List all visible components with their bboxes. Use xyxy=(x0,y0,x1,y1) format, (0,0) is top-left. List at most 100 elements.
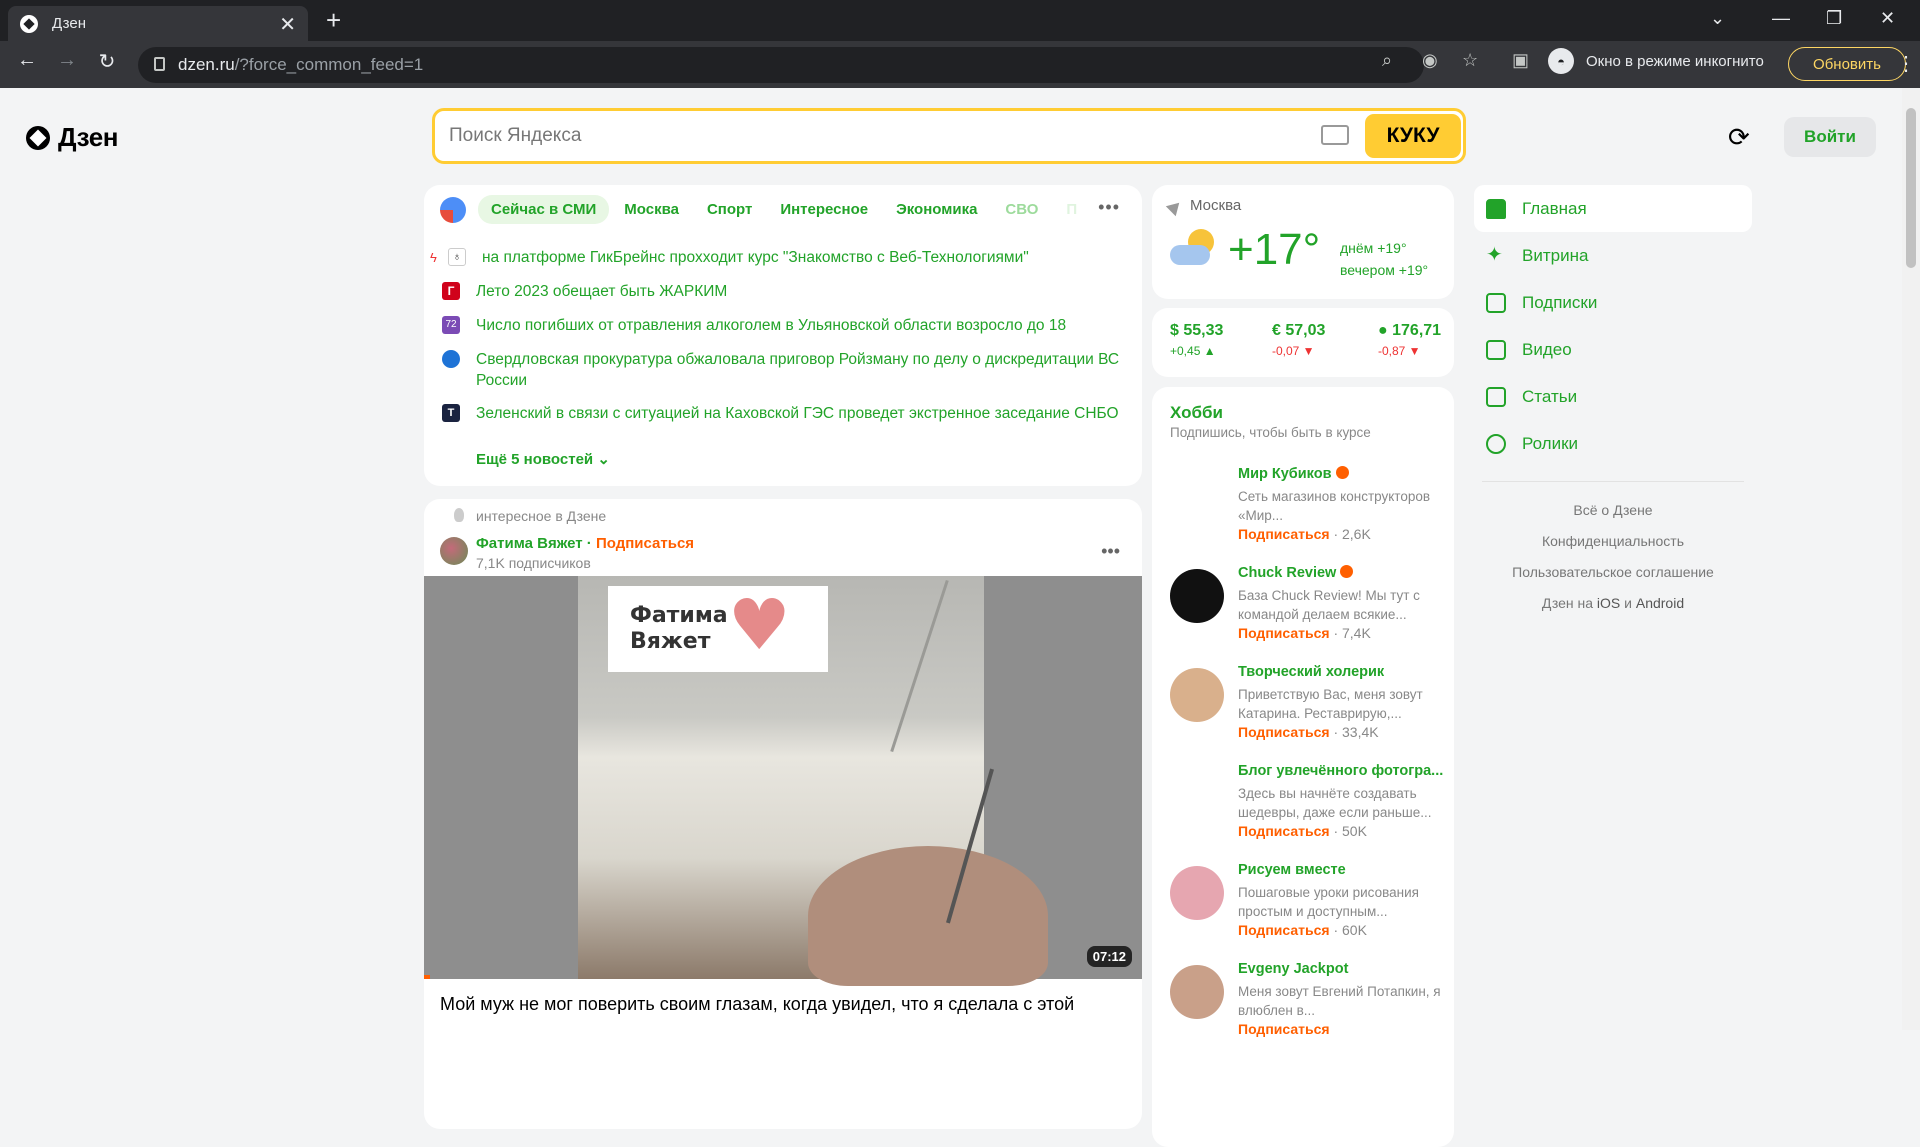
footer-privacy-link[interactable]: Конфиденциальность xyxy=(1474,533,1752,549)
channel-avatar[interactable] xyxy=(1170,767,1224,821)
feed-refresh-icon[interactable]: ⟳ xyxy=(1728,122,1750,153)
channel-suggestion[interactable]: Рисуем вместе Пошаговые уроки рисования п… xyxy=(1170,862,1440,954)
news-more-options-icon[interactable]: ••• xyxy=(1098,197,1120,218)
dzen-logo[interactable]: Дзен xyxy=(26,122,118,153)
channel-avatar[interactable] xyxy=(1170,668,1224,722)
news-item-text: Свердловская прокуратура обжаловала приг… xyxy=(476,351,1120,389)
video-overlay-label: Фатима Вяжет ♥ xyxy=(608,586,828,672)
channel-action: Подписаться · 7,4K xyxy=(1238,625,1371,641)
channel-description: Здесь вы начнёте создавать шедевры, даже… xyxy=(1238,786,1432,820)
search-button[interactable]: КУКУ xyxy=(1365,114,1461,158)
page-scrollbar[interactable] xyxy=(1902,88,1920,1030)
address-bar[interactable]: dzen.ru/?force_common_feed=1 xyxy=(138,47,1424,83)
nav-item-articles[interactable]: Статьи xyxy=(1474,373,1752,420)
news-item[interactable]: T Зеленский в связи с ситуацией на Кахов… xyxy=(442,403,1122,424)
channel-subscribe-link[interactable]: Подписаться xyxy=(1238,1021,1330,1037)
side-panel-icon[interactable]: ▣ xyxy=(1512,50,1529,71)
new-tab-icon[interactable]: + xyxy=(326,6,341,34)
tab-sport[interactable]: Спорт xyxy=(694,195,765,224)
tab-now-in-media[interactable]: Сейчас в СМИ xyxy=(478,195,610,224)
tab-moscow[interactable]: Москва xyxy=(611,195,692,224)
channel-suggestion[interactable]: Блог увлечённого фотогра... Здесь вы начн… xyxy=(1170,763,1443,855)
news-item[interactable]: Свердловская прокуратура обжаловала приг… xyxy=(442,349,1122,391)
incognito-indicator[interactable]: ◓ Окно в режиме инкогнито xyxy=(1548,48,1764,74)
more-news-link[interactable]: Ещё 5 новостей ⌄ xyxy=(476,450,610,468)
channel-avatar[interactable] xyxy=(1170,866,1224,920)
tab-economy[interactable]: Экономика xyxy=(883,195,990,224)
tile-line xyxy=(890,579,949,753)
login-button[interactable]: Войти xyxy=(1784,117,1876,157)
channel-name[interactable]: Evgeny Jackpot xyxy=(1238,961,1348,977)
author-avatar[interactable] xyxy=(440,537,468,565)
channel-avatar[interactable] xyxy=(1170,470,1224,524)
channel-suggestion[interactable]: Chuck Review База Chuck Review! Мы тут с … xyxy=(1170,565,1440,657)
channel-subscriber-count: 7,4K xyxy=(1342,625,1371,641)
tracking-eye-icon[interactable]: ◉ xyxy=(1422,50,1438,71)
search-input[interactable] xyxy=(449,121,1269,151)
channel-name[interactable]: Блог увлечённого фотогра... xyxy=(1238,763,1443,779)
channel-name[interactable]: Chuck Review xyxy=(1238,565,1354,581)
channel-name-text: Рисуем вместе xyxy=(1238,862,1346,878)
news-item[interactable]: Г Лето 2023 обещает быть ЖАРКИМ xyxy=(442,281,727,302)
close-tab-icon[interactable]: ✕ xyxy=(279,12,296,37)
channel-subscribe-link[interactable]: Подписаться xyxy=(1238,526,1330,542)
location-arrow-icon xyxy=(1165,197,1185,217)
tab-interesting[interactable]: Интересное xyxy=(767,195,881,224)
reload-icon[interactable]: ↻ xyxy=(92,49,122,74)
ios-link[interactable]: iOS xyxy=(1597,595,1620,611)
channel-name[interactable]: Творческий холерик xyxy=(1238,664,1384,680)
channel-avatar[interactable] xyxy=(1170,965,1224,1019)
article-more-options-icon[interactable]: ••• xyxy=(1101,541,1120,562)
close-window-icon[interactable]: ✕ xyxy=(1880,8,1895,29)
channel-suggestion[interactable]: Творческий холерик Приветствую Вас, меня … xyxy=(1170,664,1440,756)
news-item[interactable]: ϟ ♁ на платформе ГикБрейнс прохходит кур… xyxy=(430,247,1029,268)
nav-item-home[interactable]: Главная xyxy=(1474,185,1752,232)
channel-description: Пошаговые уроки рисования простым и дост… xyxy=(1238,885,1419,919)
channel-avatar[interactable] xyxy=(1170,569,1224,623)
minimize-icon[interactable]: — xyxy=(1772,8,1790,29)
video-player[interactable]: Фатима Вяжет ♥ 07:12 xyxy=(424,576,1142,986)
channel-subscribe-link[interactable]: Подписаться xyxy=(1238,922,1330,938)
more-news-label: Ещё 5 новостей xyxy=(476,451,594,468)
footer-platforms: Дзен на iOS и Android xyxy=(1474,595,1752,611)
channel-subscribe-link[interactable]: Подписаться xyxy=(1238,625,1330,641)
channel-suggestion[interactable]: Evgeny Jackpot Меня зовут Евгений Потапки… xyxy=(1170,961,1441,1053)
nav-item-showcase[interactable]: ✦ Витрина xyxy=(1474,232,1752,279)
hobby-title[interactable]: Хобби xyxy=(1170,403,1223,423)
zoom-icon[interactable]: ⌕ xyxy=(1382,50,1392,71)
hobby-subtitle: Подпишись, чтобы быть в курсе xyxy=(1170,425,1371,440)
currency-rates[interactable]: $ 55,33 +0,45 ▲ € 57,03 -0,07 ▼ ● 176,71… xyxy=(1152,308,1454,377)
channel-sep: · xyxy=(1333,526,1339,542)
tab-svo[interactable]: СВО xyxy=(992,195,1051,224)
channel-name-text: Блог увлечённого фотогра... xyxy=(1238,763,1444,779)
browser-tab[interactable]: Дзен ✕ xyxy=(8,6,308,41)
weather-widget[interactable]: Москва +17° днём +19° вечером +19° xyxy=(1152,185,1454,299)
channel-name[interactable]: Рисуем вместе xyxy=(1238,862,1346,878)
tab-cut-off[interactable]: П xyxy=(1053,195,1090,224)
author-name[interactable]: Фатима Вяжет xyxy=(476,535,583,552)
bookmark-star-icon[interactable]: ☆ xyxy=(1462,50,1478,71)
subscribe-link[interactable]: Подписаться xyxy=(596,535,694,552)
channel-sep: · xyxy=(1333,724,1339,740)
browser-menu-icon[interactable]: ⋮ xyxy=(1896,51,1916,76)
article-title[interactable]: Мой муж не мог поверить своим глазам, ко… xyxy=(440,992,1130,1016)
channel-suggestion[interactable]: Мир Кубиков Сеть магазинов конструкторов … xyxy=(1170,466,1440,558)
nav-item-video[interactable]: Видео xyxy=(1474,326,1752,373)
restore-icon[interactable]: ❐ xyxy=(1826,8,1842,29)
news-item-text: на платформе ГикБрейнс прохходит курс "З… xyxy=(482,249,1029,266)
update-button[interactable]: Обновить xyxy=(1788,47,1906,81)
android-link[interactable]: Android xyxy=(1636,595,1684,611)
footer-terms-link[interactable]: Пользовательское соглашение xyxy=(1474,564,1752,580)
keyboard-icon[interactable] xyxy=(1321,125,1349,145)
news-item[interactable]: 72 Число погибших от отравления алкоголе… xyxy=(442,315,1066,336)
tab-search-chevron-icon[interactable]: ⌄ xyxy=(1710,8,1725,29)
nav-item-shorts[interactable]: Ролики xyxy=(1474,420,1752,467)
nav-item-subscriptions[interactable]: Подписки xyxy=(1474,279,1752,326)
forward-arrow-icon[interactable]: → xyxy=(52,49,82,72)
channel-subscribe-link[interactable]: Подписаться xyxy=(1238,823,1330,839)
scrollbar-thumb[interactable] xyxy=(1906,108,1916,268)
channel-subscribe-link[interactable]: Подписаться xyxy=(1238,724,1330,740)
footer-about-link[interactable]: Всё о Дзене xyxy=(1474,502,1752,518)
back-arrow-icon[interactable]: ← xyxy=(12,49,42,72)
channel-name[interactable]: Мир Кубиков xyxy=(1238,466,1349,482)
